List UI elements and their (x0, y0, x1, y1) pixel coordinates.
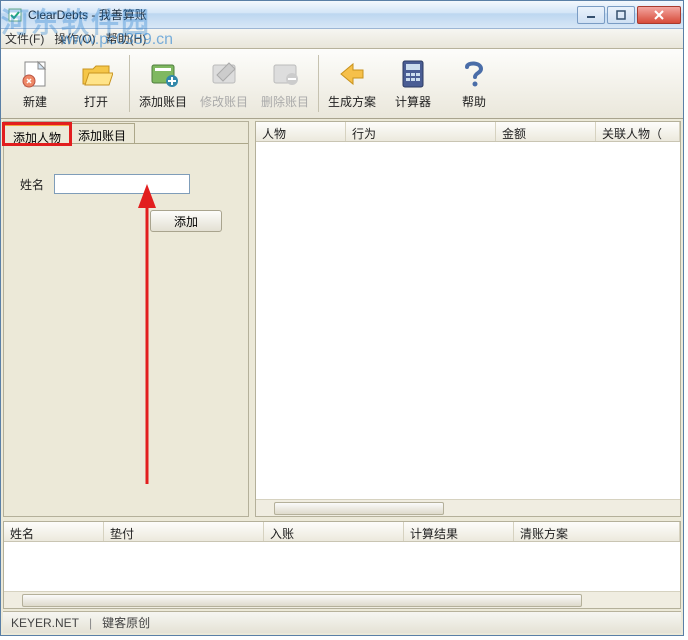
tool-del-account: 删除账目 (255, 51, 315, 116)
list-header: 人物 行为 金额 关联人物（ (256, 122, 680, 142)
status-site: KEYER.NET (11, 616, 79, 630)
del-account-icon (268, 57, 302, 91)
menu-help[interactable]: 帮助(H) (106, 30, 147, 47)
list-body[interactable] (256, 142, 680, 499)
tool-edit-account: 修改账目 (194, 51, 254, 116)
calc-icon (396, 57, 430, 91)
open-icon (79, 57, 113, 91)
col-amount[interactable]: 金额 (496, 122, 596, 141)
bcol-name[interactable]: 姓名 (4, 522, 104, 541)
tool-edit-account-label: 修改账目 (200, 93, 248, 110)
close-button[interactable] (637, 6, 681, 24)
tool-gen-plan-label: 生成方案 (328, 93, 376, 110)
edit-account-icon (207, 57, 241, 91)
name-label: 姓名 (20, 176, 44, 193)
right-panel: 人物 行为 金额 关联人物（ (255, 121, 681, 517)
help-icon (457, 57, 491, 91)
bottom-header: 姓名 垫付 入账 计算结果 清账方案 (4, 522, 680, 542)
minimize-button[interactable] (577, 6, 605, 24)
name-input[interactable] (54, 174, 190, 194)
add-account-icon (146, 57, 180, 91)
tab-add-person[interactable]: 添加人物 (4, 124, 70, 144)
bcol-plan[interactable]: 清账方案 (514, 522, 680, 541)
statusbar: KEYER.NET | 键客原创 (3, 611, 681, 633)
bottom-body[interactable] (4, 542, 680, 591)
status-sep: | (89, 616, 92, 630)
menu-ops[interactable]: 操作(O) (54, 30, 95, 47)
add-button[interactable]: 添加 (150, 210, 222, 232)
tabstrip: 添加人物 添加账目 (4, 122, 248, 144)
col-action[interactable]: 行为 (346, 122, 496, 141)
maximize-button[interactable] (607, 6, 635, 24)
status-author: 键客原创 (102, 614, 150, 631)
tool-del-account-label: 删除账目 (261, 93, 309, 110)
col-related[interactable]: 关联人物（ (596, 122, 680, 141)
window-title: ClearDebts - 我善算账 (28, 6, 577, 23)
tab-add-account[interactable]: 添加账目 (69, 123, 135, 143)
tool-open[interactable]: 打开 (66, 51, 126, 116)
tool-add-account[interactable]: 添加账目 (133, 51, 193, 116)
bcol-income[interactable]: 入账 (264, 522, 404, 541)
col-person[interactable]: 人物 (256, 122, 346, 141)
app-icon (7, 7, 23, 23)
bcol-result[interactable]: 计算结果 (404, 522, 514, 541)
new-icon (18, 57, 52, 91)
toolbar-sep-2 (318, 55, 319, 112)
tool-new-label: 新建 (23, 93, 47, 110)
tool-calc-label: 计算器 (395, 93, 431, 110)
left-panel: 添加人物 添加账目 姓名 添加 (3, 121, 249, 517)
titlebar: ClearDebts - 我善算账 (1, 1, 683, 29)
tool-gen-plan[interactable]: 生成方案 (322, 51, 382, 116)
menu-file[interactable]: 文件(F) (5, 30, 44, 47)
tool-open-label: 打开 (84, 93, 108, 110)
tool-help-label: 帮助 (462, 93, 486, 110)
tool-add-account-label: 添加账目 (139, 93, 187, 110)
menubar: 文件(F) 操作(O) 帮助(H) (1, 29, 683, 49)
bottom-panel: 姓名 垫付 入账 计算结果 清账方案 (3, 521, 681, 609)
toolbar: 新建 打开 添加账目 修改账目 删除账目 生成方案 计算器 (1, 49, 683, 119)
bottom-scrollbar[interactable] (4, 591, 680, 608)
gen-plan-icon (335, 57, 369, 91)
tool-calc[interactable]: 计算器 (383, 51, 443, 116)
tool-help[interactable]: 帮助 (444, 51, 504, 116)
tool-new[interactable]: 新建 (5, 51, 65, 116)
bcol-paid[interactable]: 垫付 (104, 522, 264, 541)
h-scrollbar[interactable] (256, 499, 680, 516)
toolbar-sep-1 (129, 55, 130, 112)
